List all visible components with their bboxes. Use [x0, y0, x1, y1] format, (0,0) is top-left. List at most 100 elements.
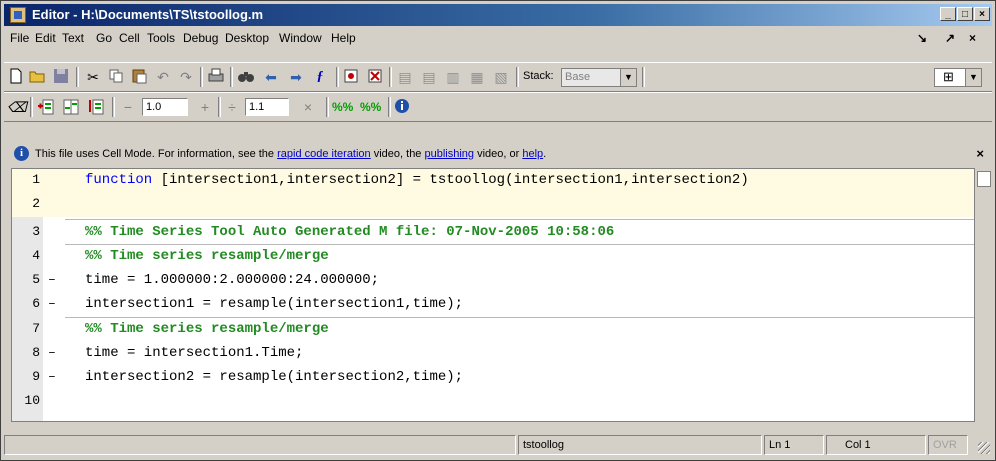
line-number: 4	[32, 248, 40, 263]
code-editor[interactable]: 1 function [intersection1,intersection2]…	[11, 168, 975, 422]
maximize-button[interactable]: □	[957, 7, 973, 21]
toolbar-separator	[388, 97, 391, 117]
step-icon[interactable]: ▤	[396, 68, 414, 86]
toolbar-separator	[642, 67, 645, 87]
undo-icon[interactable]: ↶	[154, 68, 172, 86]
menu-help[interactable]: Help	[331, 31, 356, 45]
multiply-button[interactable]: ×	[299, 98, 317, 116]
line-number: 8	[32, 345, 40, 360]
decrement-button[interactable]: −	[119, 98, 137, 116]
multiply-value-field[interactable]: 1.1	[245, 98, 289, 116]
editor-toolbar: ✂ ↶ ↷ ⬅ ➡ ƒ ▤ ▤ ▥ ▦ ▧ Stack: Base ▼ ⊞ ▼	[4, 62, 992, 92]
line-number: 5	[32, 272, 40, 287]
help-link[interactable]: help	[522, 148, 543, 160]
eval-advance-icon[interactable]	[62, 98, 80, 116]
increment-button[interactable]: +	[196, 98, 214, 116]
save-icon[interactable]	[52, 68, 70, 86]
redo-icon[interactable]: ↷	[177, 68, 195, 86]
decrement-value-field[interactable]: 1.0	[142, 98, 188, 116]
menu-file[interactable]: File	[10, 31, 29, 45]
status-column: Col 1	[826, 435, 926, 455]
cut-icon[interactable]: ✂	[84, 68, 102, 86]
menu-go[interactable]: Go	[96, 31, 112, 45]
menu-debug[interactable]: Debug	[183, 31, 218, 45]
set-breakpoint-icon[interactable]	[342, 68, 360, 86]
cell-toolbar: ⌫ − 1.0 + ÷ 1.1 × %% %%	[4, 92, 992, 122]
vertical-scrollbar[interactable]	[977, 171, 991, 187]
title-bar[interactable]: Editor - H:\Documents\TS\tstoollog.m _ □…	[4, 4, 992, 26]
stack-label: Stack:	[523, 70, 554, 82]
code-line[interactable]: 10	[12, 390, 974, 414]
insert-cell-divider-icon[interactable]: %%	[332, 98, 353, 116]
menu-window[interactable]: Window	[279, 31, 322, 45]
menu-tools[interactable]: Tools	[147, 31, 175, 45]
code-line[interactable]: 3 %% Time Series Tool Auto Generated M f…	[12, 221, 974, 245]
code-line[interactable]: 1 function [intersection1,intersection2]…	[12, 169, 974, 193]
forward-icon[interactable]: ➡	[287, 68, 305, 86]
menu-desktop[interactable]: Desktop	[225, 31, 269, 45]
code-line[interactable]: 5 – time = 1.000000:2.000000:24.000000;	[12, 269, 974, 293]
code-line[interactable]: 4 %% Time series resample/merge	[12, 245, 974, 269]
help-info-icon[interactable]	[394, 98, 412, 116]
code-line[interactable]: 9 – intersection2 = resample(intersectio…	[12, 366, 974, 390]
eval-file-icon[interactable]	[87, 98, 105, 116]
publishing-link[interactable]: publishing	[425, 148, 475, 160]
back-icon[interactable]: ⬅	[262, 68, 280, 86]
info-close-icon[interactable]: ×	[976, 146, 984, 161]
open-file-icon[interactable]	[29, 68, 47, 86]
editor-window: Editor - H:\Documents\TS\tstoollog.m _ □…	[0, 0, 996, 461]
insert-cell-title-icon[interactable]: %%	[360, 98, 381, 116]
toolbar-separator	[516, 67, 519, 87]
breakpoint-dash[interactable]: –	[48, 345, 56, 360]
code-text: %% Time series resample/merge	[85, 321, 329, 337]
line-number: 6	[32, 296, 40, 311]
paste-icon[interactable]	[130, 68, 148, 86]
chevron-down-icon[interactable]: ▼	[965, 69, 981, 86]
menu-cell[interactable]: Cell	[119, 31, 140, 45]
stack-value: Base	[565, 71, 591, 83]
menu-text[interactable]: Text	[62, 31, 84, 45]
code-line[interactable]: 6 – intersection1 = resample(intersectio…	[12, 293, 974, 317]
resize-grip[interactable]	[978, 442, 990, 454]
rapid-code-iteration-link[interactable]: rapid code iteration	[277, 148, 371, 160]
new-file-icon[interactable]	[7, 68, 25, 86]
step-out-icon[interactable]: ▥	[444, 68, 462, 86]
find-icon[interactable]	[237, 68, 255, 86]
function-icon[interactable]: ƒ	[311, 68, 329, 86]
breakpoint-dash[interactable]: –	[48, 296, 56, 311]
undock-icon[interactable]: ↗	[945, 31, 955, 45]
clear-breakpoint-icon[interactable]	[366, 68, 384, 86]
status-message	[4, 435, 516, 455]
code-line[interactable]: 8 – time = intersection1.Time;	[12, 342, 974, 366]
close-button[interactable]: ×	[974, 7, 990, 21]
dock-icon[interactable]: ↘	[917, 31, 927, 45]
copy-icon[interactable]	[107, 68, 125, 86]
code-text: function [intersection1,intersection2] =…	[85, 172, 749, 188]
print-icon[interactable]	[207, 68, 225, 86]
toolbar-separator	[200, 67, 203, 87]
toolbar-separator	[112, 97, 115, 117]
code-line[interactable]: 7 %% Time series resample/merge	[12, 318, 974, 342]
menu-edit[interactable]: Edit	[35, 31, 56, 45]
continue-icon[interactable]: ▦	[468, 68, 486, 86]
menu-close-icon[interactable]: ×	[969, 31, 976, 45]
stack-dropdown[interactable]: Base ▼	[561, 68, 637, 87]
exit-debug-icon[interactable]: ▧	[492, 68, 510, 86]
layout-dropdown[interactable]: ⊞ ▼	[934, 68, 982, 87]
breakpoint-dash[interactable]: –	[48, 272, 56, 287]
cell-mode-info-bar: i This file uses Cell Mode. For informat…	[4, 142, 992, 166]
divide-button[interactable]: ÷	[223, 98, 241, 116]
code-text: time = intersection1.Time;	[85, 345, 304, 361]
code-line[interactable]: 2	[12, 193, 974, 217]
line-number: 9	[32, 369, 40, 384]
status-bar: tstoollog Ln 1 Col 1 OVR	[4, 434, 992, 456]
step-in-icon[interactable]: ▤	[420, 68, 438, 86]
minimize-button[interactable]: _	[940, 7, 956, 21]
toolbar-separator	[326, 97, 329, 117]
eraser-icon[interactable]: ⌫	[7, 98, 27, 116]
eval-cell-icon[interactable]	[37, 98, 55, 116]
breakpoint-dash[interactable]: –	[48, 369, 56, 384]
menu-bar: File Edit Text Go Cell Tools Debug Deskt…	[4, 28, 992, 49]
code-text: %% Time series resample/merge	[85, 248, 329, 264]
chevron-down-icon[interactable]: ▼	[620, 69, 636, 86]
